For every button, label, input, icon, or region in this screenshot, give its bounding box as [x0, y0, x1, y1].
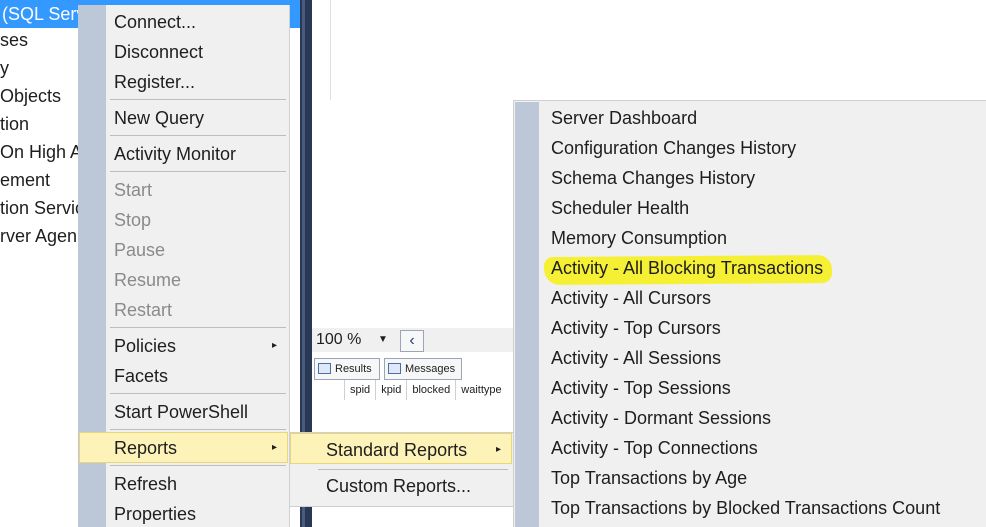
- report-scheduler-health[interactable]: Scheduler Health: [551, 193, 689, 223]
- submenu-arrow-icon: ▸: [272, 340, 278, 351]
- report-all-cursors[interactable]: Activity - All Cursors: [551, 283, 711, 313]
- message-icon: [388, 363, 401, 374]
- tree-item-sql-server-agent[interactable]: rver Agen: [0, 222, 77, 250]
- tab-messages-label: Messages: [405, 363, 456, 375]
- column-header[interactable]: blocked: [406, 380, 456, 400]
- report-server-dashboard[interactable]: Server Dashboard: [551, 103, 697, 133]
- tree-item-replication[interactable]: tion: [0, 110, 29, 138]
- tree-item-management[interactable]: ement: [0, 166, 50, 194]
- menu-item-resume: Resume: [114, 270, 182, 290]
- menu-separator: [110, 171, 286, 172]
- menu-item-facets[interactable]: Facets: [106, 361, 288, 391]
- menu-item-new-query[interactable]: New Query: [106, 103, 288, 133]
- column-header[interactable]: kpid: [375, 380, 407, 400]
- menu-item-start-powershell[interactable]: Start PowerShell: [106, 397, 288, 427]
- report-top-connections[interactable]: Activity - Top Connections: [551, 433, 758, 463]
- grid-icon: [318, 363, 331, 374]
- report-all-blocking-transactions[interactable]: Activity - All Blocking Transactions: [551, 253, 823, 283]
- menu-item-custom-reports[interactable]: Custom Reports...: [326, 471, 471, 501]
- menu-item-policies[interactable]: Policies: [106, 331, 288, 361]
- results-column-headers: spid kpid blocked waittype: [344, 380, 507, 402]
- tree-item-integration-services[interactable]: tion Servic: [0, 194, 84, 222]
- submenu-icon-gutter: [515, 102, 539, 527]
- menu-separator: [110, 327, 286, 328]
- report-top-transactions-by-blocked-count[interactable]: Top Transactions by Blocked Transactions…: [551, 493, 940, 523]
- report-memory-consumption[interactable]: Memory Consumption: [551, 223, 727, 253]
- menu-separator: [110, 393, 286, 394]
- menu-item-reports[interactable]: Reports: [106, 433, 288, 463]
- editor-divider: [330, 0, 331, 100]
- report-top-sessions[interactable]: Activity - Top Sessions: [551, 373, 731, 403]
- menu-item-start: Start: [114, 180, 153, 200]
- menu-item-stop: Stop: [114, 210, 152, 230]
- menu-item-connect[interactable]: Connect...: [106, 7, 288, 37]
- menu-item-disconnect[interactable]: Disconnect: [106, 37, 288, 67]
- menu-item-register[interactable]: Register...: [106, 67, 288, 97]
- menu-item-properties[interactable]: Properties: [106, 499, 288, 527]
- report-dormant-sessions[interactable]: Activity - Dormant Sessions: [551, 403, 771, 433]
- tree-item-databases[interactable]: ses: [0, 26, 28, 54]
- report-top-transactions-by-age[interactable]: Top Transactions by Age: [551, 463, 747, 493]
- report-top-cursors[interactable]: Activity - Top Cursors: [551, 313, 721, 343]
- submenu-arrow-icon: ▸: [496, 444, 502, 455]
- submenu-arrow-icon: ▸: [272, 442, 278, 453]
- report-all-sessions[interactable]: Activity - All Sessions: [551, 343, 721, 373]
- tab-results[interactable]: Results: [314, 358, 380, 380]
- menu-item-refresh[interactable]: Refresh: [106, 469, 288, 499]
- report-schema-changes-history[interactable]: Schema Changes History: [551, 163, 755, 193]
- menu-item-activity-monitor[interactable]: Activity Monitor: [106, 139, 288, 169]
- menu-separator: [110, 135, 286, 136]
- tree-item-server-objects[interactable]: Objects: [0, 82, 61, 110]
- menu-separator: [110, 99, 286, 100]
- tab-messages[interactable]: Messages: [384, 358, 462, 380]
- scroll-left-button[interactable]: ‹: [400, 330, 424, 352]
- menu-item-restart: Restart: [114, 300, 173, 320]
- tab-results-label: Results: [335, 363, 372, 375]
- report-configuration-changes-history[interactable]: Configuration Changes History: [551, 133, 796, 163]
- menu-separator: [110, 429, 286, 430]
- menu-separator: [318, 469, 508, 470]
- chevron-down-icon[interactable]: ▼: [378, 332, 388, 348]
- menu-item-standard-reports[interactable]: Standard Reports: [326, 435, 467, 465]
- column-header[interactable]: spid: [344, 380, 376, 400]
- menu-item-pause: Pause: [114, 240, 166, 260]
- column-header[interactable]: waittype: [455, 380, 507, 400]
- tree-item-security[interactable]: y: [0, 54, 9, 82]
- menu-separator: [110, 465, 286, 466]
- zoom-level[interactable]: 100 %: [316, 330, 361, 350]
- tree-item-always-on[interactable]: On High A: [0, 138, 82, 166]
